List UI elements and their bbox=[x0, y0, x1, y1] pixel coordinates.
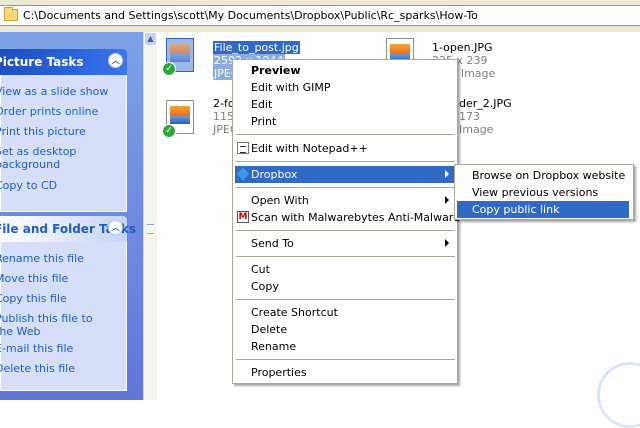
picture-tasks-title: Picture Tasks bbox=[0, 55, 84, 69]
menu-item-cut[interactable]: Cut bbox=[235, 261, 455, 278]
menu-item-open-with[interactable]: Open With bbox=[235, 192, 455, 209]
menu-separator bbox=[236, 134, 455, 135]
scroll-up-arrow-icon[interactable]: ▲ bbox=[144, 32, 157, 46]
collapse-chevron-icon[interactable]: ︿ bbox=[108, 53, 123, 68]
file-thumbnail[interactable]: ✓ bbox=[162, 38, 196, 76]
submenu-arrow-icon bbox=[445, 196, 449, 204]
submenu-item-copy-public-link[interactable]: Copy public link bbox=[457, 201, 629, 218]
file-folder-tasks-body: Rename this file Move this file Copy thi… bbox=[0, 242, 127, 391]
menu-separator bbox=[236, 256, 455, 257]
menu-separator bbox=[236, 161, 455, 162]
picture-tasks-header[interactable]: Picture Tasks ︿ bbox=[0, 49, 127, 75]
dropbox-submenu: Browse on Dropbox website View previous … bbox=[454, 164, 634, 220]
sync-check-icon: ✓ bbox=[162, 62, 176, 76]
menu-item-copy[interactable]: Copy bbox=[235, 278, 455, 295]
file-folder-tasks-panel: File and Folder Tasks ︿ Rename this file… bbox=[0, 216, 136, 391]
menu-item-preview[interactable]: Preview bbox=[235, 62, 455, 79]
menu-item-send-to[interactable]: Send To bbox=[235, 235, 455, 252]
menu-item-edit[interactable]: Edit bbox=[235, 96, 455, 113]
task-set-desktop-background[interactable]: Set as desktop background bbox=[0, 145, 95, 171]
menu-item-edit-gimp[interactable]: Edit with GIMP bbox=[235, 79, 455, 96]
task-rename-file[interactable]: Rename this file bbox=[0, 252, 121, 265]
menu-separator bbox=[236, 230, 455, 231]
folder-icon bbox=[4, 7, 18, 21]
picture-tasks-body: View as a slide show Order prints online… bbox=[0, 75, 127, 212]
menu-item-edit-notepad[interactable]: Edit with Notepad++ bbox=[235, 140, 455, 157]
splitter-grip-icon[interactable] bbox=[147, 224, 154, 234]
context-menu: Preview Edit with GIMP Edit Print Edit w… bbox=[232, 59, 460, 384]
task-order-prints[interactable]: Order prints online bbox=[0, 105, 121, 118]
collapse-chevron-icon[interactable]: ︿ bbox=[108, 220, 123, 235]
address-bar: C:\Documents and Settings\scott\My Docum… bbox=[0, 0, 640, 32]
task-copy-to-cd[interactable]: Copy to CD bbox=[0, 179, 121, 192]
menu-item-dropbox[interactable]: Dropbox bbox=[235, 166, 455, 183]
file-thumbnail[interactable]: ✓ bbox=[162, 100, 196, 138]
picture-preview-icon bbox=[170, 106, 190, 124]
submenu-item-previous-versions[interactable]: View previous versions bbox=[457, 184, 629, 201]
submenu-item-browse-website[interactable]: Browse on Dropbox website bbox=[457, 167, 629, 184]
menu-separator bbox=[236, 299, 455, 300]
menu-item-rename[interactable]: Rename bbox=[235, 338, 455, 355]
file-name[interactable]: 1-open.JPG bbox=[432, 41, 493, 54]
menu-separator bbox=[236, 187, 455, 188]
notepad-icon bbox=[237, 142, 249, 154]
file-name[interactable]: File_to_post.jpg bbox=[213, 41, 300, 54]
sync-check-icon: ✓ bbox=[162, 124, 176, 138]
submenu-arrow-icon bbox=[445, 239, 449, 247]
menu-item-delete[interactable]: Delete bbox=[235, 321, 455, 338]
submenu-arrow-icon bbox=[445, 170, 449, 178]
file-name[interactable]: der_2.JPG bbox=[459, 97, 512, 110]
malwarebytes-icon: M bbox=[237, 211, 249, 223]
task-print-picture[interactable]: Print this picture bbox=[0, 125, 121, 138]
task-email-file[interactable]: E-mail this file bbox=[0, 342, 121, 355]
file-folder-tasks-header[interactable]: File and Folder Tasks ︿ bbox=[0, 216, 136, 242]
dropbox-icon bbox=[236, 167, 250, 181]
address-field[interactable]: C:\Documents and Settings\scott\My Docum… bbox=[0, 5, 640, 26]
menu-item-print[interactable]: Print bbox=[235, 113, 455, 130]
file-dims: 115 bbox=[213, 110, 234, 123]
picture-preview-icon bbox=[170, 44, 190, 62]
file-type: Image bbox=[459, 123, 494, 136]
task-slide-show[interactable]: View as a slide show bbox=[0, 85, 121, 98]
menu-item-properties[interactable]: Properties bbox=[235, 364, 455, 381]
picture-tasks-panel: Picture Tasks ︿ View as a slide show Ord… bbox=[0, 49, 127, 224]
task-copy-file[interactable]: Copy this file bbox=[0, 292, 121, 305]
task-publish-web[interactable]: Publish this file to the Web bbox=[0, 312, 105, 338]
task-delete-file[interactable]: Delete this file bbox=[0, 362, 121, 375]
address-path[interactable]: C:\Documents and Settings\scott\My Docum… bbox=[23, 9, 478, 22]
menu-item-malwarebytes[interactable]: M Scan with Malwarebytes Anti-Malware bbox=[235, 209, 460, 226]
menu-item-create-shortcut[interactable]: Create Shortcut bbox=[235, 304, 455, 321]
watermark-icon bbox=[597, 362, 640, 428]
task-pane: Picture Tasks ︿ View as a slide show Ord… bbox=[0, 32, 143, 400]
task-pane-scrollbar[interactable]: ▲ bbox=[143, 32, 157, 400]
file-dims: 173 bbox=[459, 110, 480, 123]
menu-separator bbox=[236, 359, 455, 360]
task-move-file[interactable]: Move this file bbox=[0, 272, 121, 285]
